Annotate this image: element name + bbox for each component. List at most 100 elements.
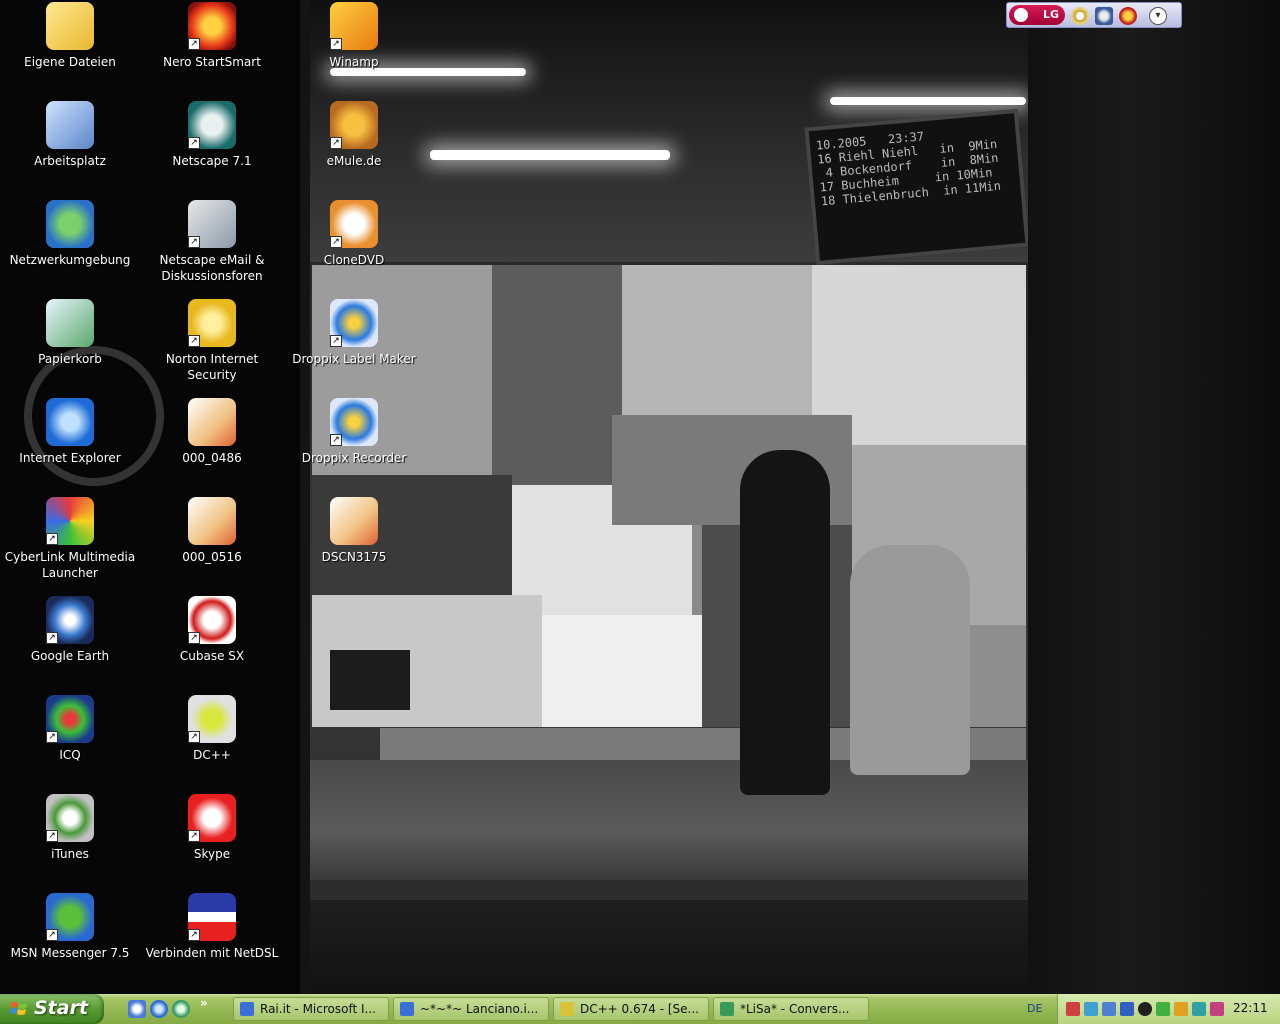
- desktop-icon[interactable]: Papierkorb: [0, 299, 140, 367]
- desktop-icon[interactable]: ↗ eMule.de: [284, 101, 424, 169]
- cyberlink-tray-icon[interactable]: [1210, 1002, 1224, 1016]
- tunnel-pillar-right: [1028, 0, 1280, 994]
- shortcut-arrow-icon: ↗: [330, 236, 342, 248]
- shortcut-arrow-icon: ↗: [46, 533, 58, 545]
- desktop-icon[interactable]: ↗ Netscape eMail & Diskussionsforen: [142, 200, 282, 284]
- dcpp-icon: ↗: [188, 695, 236, 743]
- desktop-icon[interactable]: ↗ iTunes: [0, 794, 140, 862]
- shortcut-arrow-icon: ↗: [188, 335, 200, 347]
- shortcut-arrow-icon: ↗: [330, 335, 342, 347]
- itunes-icon: ↗: [46, 794, 94, 842]
- norton-tray-icon[interactable]: [1174, 1002, 1188, 1016]
- desktop-icon-label: Netscape 7.1: [172, 154, 252, 168]
- desktop-icon-label: Arbeitsplatz: [34, 154, 106, 168]
- desktop-icon[interactable]: 000_0516: [142, 497, 282, 565]
- shortcut-arrow-icon: ↗: [188, 929, 200, 941]
- taskbar-task-button[interactable]: ~*~*~ Lanciano.i...: [393, 997, 549, 1021]
- desktop-icon[interactable]: ↗ Google Earth: [0, 596, 140, 664]
- desktop-icon[interactable]: ↗ Netscape 7.1: [142, 101, 282, 169]
- clock-settings-icon[interactable]: [1071, 7, 1089, 25]
- desktop-icon[interactable]: ↗ Nero StartSmart: [142, 2, 282, 70]
- java-tray-icon[interactable]: [1066, 1002, 1080, 1016]
- desktop-icon[interactable]: ↗ Skype: [142, 794, 282, 862]
- network-places-icon: [46, 200, 94, 248]
- nero-flame-icon: ↗: [188, 2, 236, 50]
- desktop-icon-label: Netscape eMail & Diskussionsforen: [159, 253, 265, 283]
- internet-explorer-quicklaunch-icon[interactable]: [150, 1000, 168, 1018]
- platform-floor: [308, 760, 1028, 880]
- desktop-icon[interactable]: Internet Explorer: [0, 398, 140, 466]
- platform-edge: [308, 880, 1028, 900]
- media-player-quicklaunch-icon[interactable]: [172, 1000, 190, 1018]
- departure-board: 10.2005 23:37 16 Riehl Niehl in 9Min 4 B…: [804, 108, 1030, 266]
- shortcut-arrow-icon: ↗: [188, 731, 200, 743]
- desktop-icon[interactable]: ↗ Verbinden mit NetDSL: [142, 893, 282, 961]
- norton-globe-icon: ↗: [188, 299, 236, 347]
- desktop-icon[interactable]: Netzwerkumgebung: [0, 200, 140, 268]
- desktop-icon[interactable]: DSCN3175: [284, 497, 424, 565]
- lg-toolbar: LG ▾: [1006, 2, 1182, 28]
- show-desktop-icon[interactable]: [128, 1000, 146, 1018]
- lg-logo-text: LG: [1042, 8, 1059, 21]
- lg-logo-button[interactable]: LG: [1009, 5, 1065, 25]
- desktop-icon[interactable]: ↗ DC++: [142, 695, 282, 763]
- msn-tray-icon[interactable]: [1084, 1002, 1098, 1016]
- desktop-icon-label: Norton Internet Security: [165, 352, 259, 382]
- skype-icon: ↗: [188, 794, 236, 842]
- desktop-icon-label: iTunes: [51, 847, 89, 861]
- desktop-icon[interactable]: Eigene Dateien: [0, 2, 140, 70]
- desktop-icon[interactable]: ↗ Droppix Recorder: [284, 398, 424, 466]
- netscape-mail-icon: ↗: [188, 200, 236, 248]
- display-settings-icon[interactable]: [1095, 7, 1113, 25]
- taskbar-task-button[interactable]: DC++ 0.674 - [Se...: [553, 997, 709, 1021]
- taskbar-task-button[interactable]: *LiSa* - Convers...: [713, 997, 869, 1021]
- desktop-icon-label: DC++: [193, 748, 231, 762]
- network-tray-icon[interactable]: [1102, 1002, 1116, 1016]
- ceiling-lamp: [430, 150, 670, 160]
- desktop-icon-label: Cubase SX: [179, 649, 245, 663]
- desktop-icon-label: Papierkorb: [38, 352, 102, 366]
- icq-tray-icon[interactable]: [1156, 1002, 1170, 1016]
- desktop-icon[interactable]: ↗ Norton Internet Security: [142, 299, 282, 383]
- language-indicator[interactable]: DE: [1027, 1002, 1042, 1015]
- desktop-icon[interactable]: ↗ Droppix Label Maker: [284, 299, 424, 367]
- desktop-icon-label: DSCN3175: [321, 550, 387, 564]
- taskbar-clock[interactable]: 22:11: [1233, 1001, 1268, 1015]
- desktop-icon-label: MSN Messenger 7.5: [10, 946, 130, 960]
- recycle-bin-icon: [46, 299, 94, 347]
- volume-tray-icon[interactable]: [1192, 1002, 1206, 1016]
- shortcut-arrow-icon: ↗: [188, 137, 200, 149]
- start-button[interactable]: Start: [0, 994, 104, 1024]
- icq-flower-icon: ↗: [46, 695, 94, 743]
- network-tray-icon[interactable]: [1120, 1002, 1134, 1016]
- windows-logo-icon: [10, 1002, 27, 1015]
- desktop-icon-label: Droppix Recorder: [301, 451, 407, 465]
- shortcut-arrow-icon: ↗: [46, 632, 58, 644]
- desktop-icon[interactable]: ↗ Winamp: [284, 2, 424, 70]
- chat-icon: [720, 1002, 734, 1016]
- desktop-icon[interactable]: 000_0486: [142, 398, 282, 466]
- desktop-icon[interactable]: ↗ CyberLink Multimedia Launcher: [0, 497, 140, 581]
- droppix-figure-icon: ↗: [330, 299, 378, 347]
- desktop-icon-label: Skype: [193, 847, 231, 861]
- bench-seat: [330, 650, 410, 710]
- quick-launch-more-button[interactable]: »: [200, 996, 208, 1010]
- desktop-icon[interactable]: ↗ Cubase SX: [142, 596, 282, 664]
- desktop-icon[interactable]: ↗ MSN Messenger 7.5: [0, 893, 140, 961]
- color-settings-icon[interactable]: [1119, 7, 1137, 25]
- dropdown-arrow-icon[interactable]: ▾: [1149, 7, 1167, 25]
- desktop-icon-label: Netzwerkumgebung: [9, 253, 131, 267]
- shortcut-arrow-icon: ↗: [188, 236, 200, 248]
- ceiling-lamp: [830, 97, 1026, 105]
- globe-tray-icon[interactable]: [1138, 1002, 1152, 1016]
- my-documents-folder-icon: [46, 2, 94, 50]
- desktop-icon-label: 000_0486: [182, 451, 242, 465]
- taskbar-task-button[interactable]: Rai.it - Microsoft I...: [233, 997, 389, 1021]
- shortcut-arrow-icon: ↗: [330, 434, 342, 446]
- desktop-icon-label: eMule.de: [326, 154, 382, 168]
- desktop-icon-label: Google Earth: [30, 649, 110, 663]
- desktop-icon[interactable]: Arbeitsplatz: [0, 101, 140, 169]
- desktop-icon[interactable]: ↗ CloneDVD: [284, 200, 424, 268]
- desktop-icon[interactable]: ↗ ICQ: [0, 695, 140, 763]
- shortcut-arrow-icon: ↗: [330, 38, 342, 50]
